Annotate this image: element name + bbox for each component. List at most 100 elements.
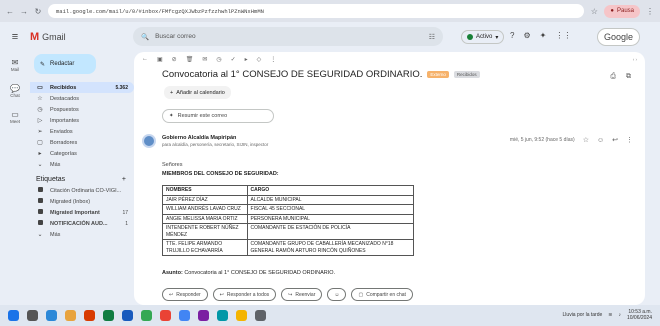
- back-icon[interactable]: ←: [6, 7, 14, 16]
- profile-button[interactable]: ● Pausa: [604, 4, 640, 18]
- gmail-logo[interactable]: M Gmail: [30, 31, 134, 43]
- os-taskbar: [0, 305, 660, 326]
- word-icon[interactable]: [122, 310, 133, 321]
- open-new-window-icon[interactable]: ⧉: [626, 73, 631, 81]
- label-icon: [36, 220, 44, 227]
- subject-text: Convocatoria al 1° CONSEJO DE SEGURIDAD …: [162, 69, 423, 80]
- app-icon[interactable]: [160, 310, 171, 321]
- email-subject: Convocatoria al 1° CONSEJO DE SEGURIDAD …: [162, 69, 480, 80]
- app-icon[interactable]: [217, 310, 228, 321]
- label-as-icon[interactable]: ◇: [257, 56, 262, 63]
- label-item-more[interactable]: ⌄ Más: [30, 229, 134, 240]
- rail-meet[interactable]: ▭ Meet: [0, 104, 30, 130]
- sidebar-item-inbox[interactable]: ▭ Recibidos 5.362: [30, 82, 134, 93]
- report-spam-icon[interactable]: ⊘: [172, 56, 177, 63]
- subject-actions: ⎙ ⧉: [610, 73, 631, 81]
- sidebar: ✎ Redactar ▭ Recibidos 5.362 ☆ Destacados ◷ P…: [30, 52, 134, 305]
- reply-button[interactable]: ↩ Responder: [162, 288, 208, 301]
- forward-icon[interactable]: →: [20, 7, 28, 16]
- chrome-icon[interactable]: [141, 310, 152, 321]
- label-item[interactable]: Citación Ordinaria CO-VIGI...: [30, 185, 134, 196]
- mark-unread-icon[interactable]: ✉: [202, 56, 207, 63]
- more-options-icon[interactable]: ⋮: [270, 56, 276, 63]
- wifi-icon[interactable]: ≋: [608, 312, 612, 318]
- reply-all-label: Responder a todos: [226, 291, 270, 298]
- excel-icon[interactable]: [103, 310, 114, 321]
- sidebar-item-snoozed[interactable]: ◷ Pospuestos: [30, 104, 134, 115]
- sidebar-item-categories[interactable]: ▸ Categorías: [30, 148, 134, 159]
- label-item[interactable]: Migrated (Inbox): [30, 196, 134, 207]
- back-arrow-icon[interactable]: ←: [142, 56, 148, 62]
- compose-button[interactable]: ✎ Redactar: [34, 54, 96, 74]
- clock[interactable]: 10:53 a.m. 10/06/2024: [627, 309, 652, 321]
- rail-label: Chat: [10, 93, 20, 98]
- app-icon[interactable]: [255, 310, 266, 321]
- app-icon[interactable]: [198, 310, 209, 321]
- apps-icon[interactable]: ⋮⋮: [555, 31, 571, 40]
- reply-icon[interactable]: ↩: [612, 136, 618, 144]
- sidebar-item-more[interactable]: ⌄ Más: [30, 159, 134, 170]
- add-label-icon[interactable]: +: [122, 176, 126, 183]
- gemini-icon[interactable]: ✦: [540, 31, 547, 40]
- sidebar-item-label: Más: [50, 161, 61, 168]
- emoji-icon[interactable]: ☺: [597, 137, 604, 144]
- sidebar-item-drafts[interactable]: ▢ Borradores: [30, 137, 134, 148]
- emoji-react-button[interactable]: ☺: [327, 288, 347, 301]
- sender-block: Gobierno Alcaldía Mapiripán para alcaldí…: [142, 134, 268, 148]
- sidebar-item-sent[interactable]: ➢ Enviados: [30, 126, 134, 137]
- search-task-icon[interactable]: [27, 310, 38, 321]
- table-row: ANGIE MELISSA MARIA ORTIZ PERSONERA MUNIC…: [162, 213, 415, 224]
- move-to-icon[interactable]: ▸: [245, 56, 248, 63]
- settings-icon[interactable]: ⚙: [523, 31, 530, 40]
- table-cell: COMANDANTE DE ESTACIÓN DE POLICÍA: [246, 223, 415, 240]
- status-button[interactable]: Activo ▾: [461, 30, 505, 44]
- reload-icon[interactable]: ↻: [34, 7, 42, 16]
- search-input[interactable]: Buscar correo: [155, 33, 195, 40]
- print-icon[interactable]: ⎙: [610, 73, 616, 81]
- office-icon[interactable]: [84, 310, 95, 321]
- address-bar[interactable]: mail.google.com/mail/u/0/#inbox/FMfcgzQX…: [48, 4, 585, 18]
- search-options-icon[interactable]: ☷: [429, 33, 435, 41]
- add-to-calendar-button[interactable]: + Añadir al calendario: [164, 86, 231, 99]
- folder-icon[interactable]: [65, 310, 76, 321]
- label-item[interactable]: NOTIFICACIÓN AUD... 1: [30, 218, 134, 229]
- browser-menu-icon[interactable]: ⋮: [646, 7, 654, 16]
- app-icon[interactable]: [179, 310, 190, 321]
- label-icon: [36, 209, 44, 216]
- sender-name[interactable]: Gobierno Alcaldía Mapiripán: [162, 134, 268, 142]
- rail-mail[interactable]: ✉ Mail: [0, 52, 30, 78]
- star-icon[interactable]: ☆: [583, 136, 589, 144]
- label-name: Más: [50, 231, 61, 238]
- recipients[interactable]: para alcaldía, personería, secretario, S…: [162, 142, 268, 147]
- table-cell: ANGIE MELISSA MARIA ORTIZ: [162, 213, 248, 224]
- table-cell: JAIR PÉREZ DÍAZ: [162, 194, 248, 205]
- help-icon[interactable]: ?: [510, 31, 514, 40]
- more-vert-icon[interactable]: ⋮: [626, 136, 633, 144]
- account-button[interactable]: Google: [597, 28, 641, 46]
- sidebar-item-starred[interactable]: ☆ Destacados: [30, 93, 134, 104]
- rail-chat[interactable]: 💬 Chat: [0, 78, 30, 104]
- search-bar[interactable]: 🔍 Buscar correo ☷: [133, 27, 443, 46]
- sidebar-item-important[interactable]: ▷ Importantes: [30, 115, 134, 126]
- start-icon[interactable]: [8, 310, 19, 321]
- app-icon[interactable]: [46, 310, 57, 321]
- reply-all-button[interactable]: ↩ Responder a todos: [212, 288, 277, 301]
- archive-icon[interactable]: ▣: [157, 56, 163, 63]
- summarize-button[interactable]: ✦ Resumir este correo: [162, 109, 274, 123]
- table-header: NOMBRES CARGO: [162, 185, 415, 196]
- search-icon[interactable]: 🔍: [141, 33, 149, 41]
- tag-inbox[interactable]: Recibidos: [453, 71, 480, 78]
- bookmark-star-icon[interactable]: ☆: [590, 7, 598, 16]
- snooze-icon[interactable]: ◷: [216, 56, 221, 63]
- add-task-icon[interactable]: ✓: [231, 56, 236, 63]
- share-chat-button[interactable]: ▢ Compartir en chat: [351, 288, 413, 301]
- volume-icon[interactable]: ♪: [618, 312, 621, 318]
- forward-button[interactable]: ↪ Reenviar: [281, 288, 323, 301]
- main-menu-icon[interactable]: ≡: [0, 31, 30, 43]
- delete-icon[interactable]: 🗑: [186, 56, 194, 63]
- weather-text[interactable]: Lluvia por la tarde: [563, 312, 603, 318]
- avatar[interactable]: [142, 134, 156, 148]
- label-item[interactable]: Migrated Important 17: [30, 207, 134, 218]
- body-heading: MIEMBROS DEL CONSEJO DE SEGURIDAD:: [162, 171, 279, 177]
- app-icon[interactable]: [236, 310, 247, 321]
